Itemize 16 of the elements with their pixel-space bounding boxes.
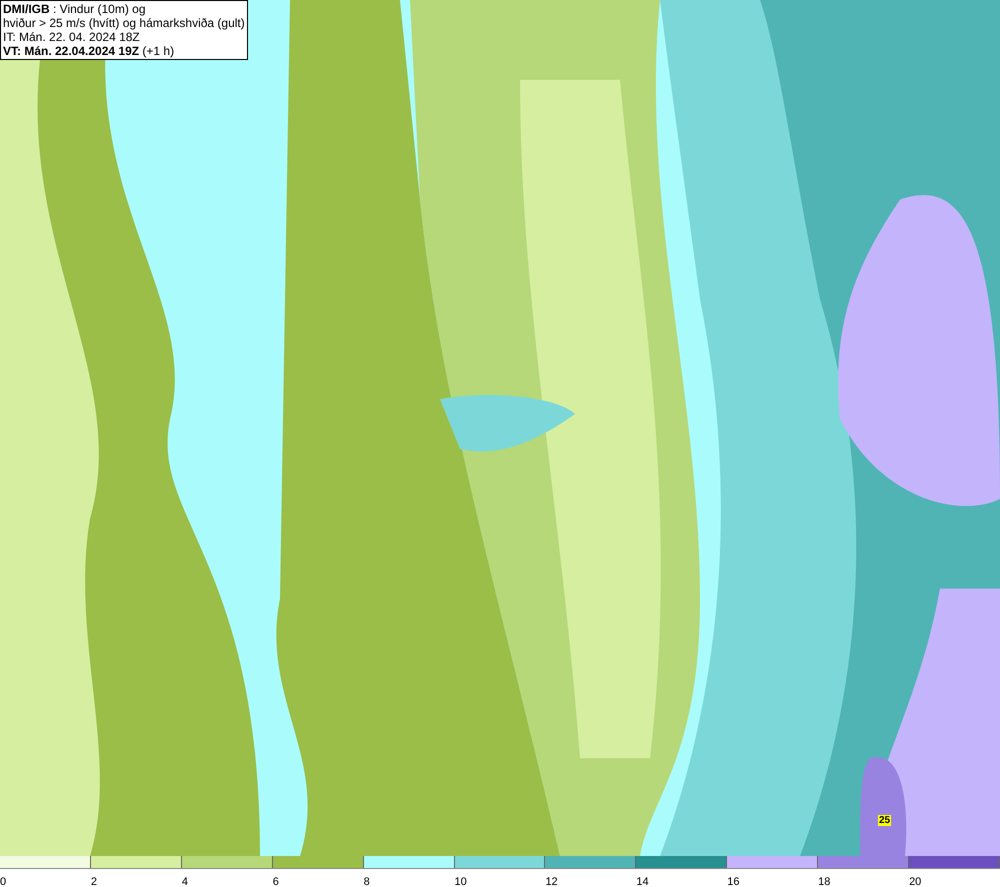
legend-label: 2 xyxy=(90,876,98,887)
title-line: DMI/IGB : Vindur (10m) og xyxy=(3,2,146,16)
gust-max-label: 25 xyxy=(878,815,892,826)
legend-label: 6 xyxy=(272,876,279,887)
legend-label: 4 xyxy=(182,876,188,887)
legend-label: 20 xyxy=(909,876,922,887)
title-line: IT: Mán. 22. 04. 2024 18Z xyxy=(3,30,141,44)
legend-label: 8 xyxy=(364,876,370,887)
legend-label: 18 xyxy=(818,876,830,887)
legend-label: 14 xyxy=(636,876,649,887)
title-line: hviður > 25 m/s (hvítt) og hámarkshviða (gult) xyxy=(3,16,245,30)
legend-label: 16 xyxy=(727,876,740,887)
title-line: VT: Mán. 22.04.2024 19Z (+1 h) xyxy=(3,44,176,58)
legend-label: 10 xyxy=(454,876,467,887)
legend-label: 12 xyxy=(545,876,558,887)
legend-label: 0 xyxy=(0,876,6,887)
